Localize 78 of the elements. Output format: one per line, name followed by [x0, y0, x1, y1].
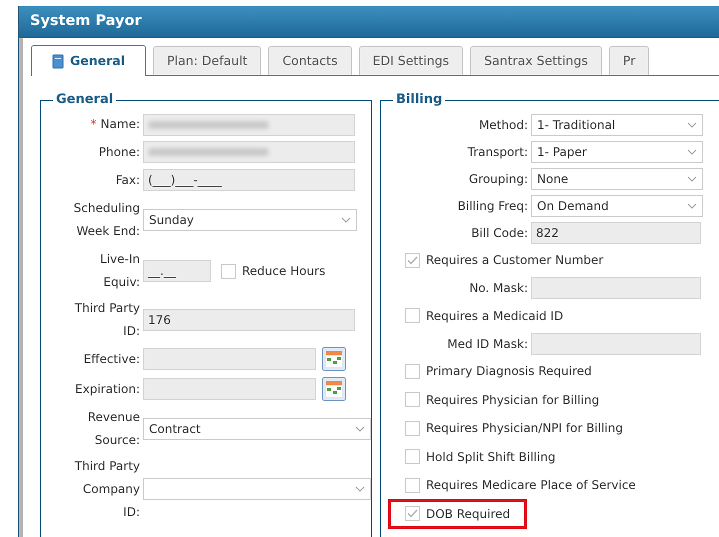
checkbox-label: Primary Diagnosis Required: [426, 363, 592, 380]
checkbox[interactable]: [405, 252, 420, 268]
tab[interactable]: Plan: Default: [153, 46, 262, 75]
text-field[interactable]: [143, 114, 355, 136]
text-field[interactable]: [143, 348, 316, 370]
checkbox[interactable]: [221, 264, 236, 278]
field-label: Week End:: [76, 223, 140, 240]
field-label: Phone:: [98, 144, 140, 160]
checkbox[interactable]: [405, 478, 420, 493]
checkbox-label: Requires Medicare Place of Service: [426, 477, 636, 494]
dropdown-field[interactable]: On Demand: [531, 194, 703, 216]
field-label: Med ID Mask:: [446, 336, 529, 352]
tab[interactable]: Pr: [608, 46, 650, 75]
calendar-icon[interactable]: [322, 347, 346, 371]
dropdown-field[interactable]: 1- Paper: [531, 140, 703, 162]
field-label: Name:: [100, 116, 140, 133]
field-label: Fax:: [116, 172, 140, 188]
checkbox-label: Hold Split Shift Billing: [426, 448, 556, 466]
field-label: Equiv:: [103, 274, 140, 291]
tab[interactable]: Santrax Settings: [470, 46, 602, 75]
field-label: Bill Code:: [470, 224, 529, 242]
field-label: Third Party: [74, 300, 140, 317]
checkbox[interactable]: [405, 506, 420, 522]
field-label: Billing Freq:: [456, 198, 529, 214]
field-label: ID:: [123, 323, 140, 340]
chevron-down-icon: [687, 122, 697, 128]
text-field[interactable]: [531, 277, 701, 299]
required-marker: *: [90, 116, 97, 133]
checkbox[interactable]: [405, 364, 420, 379]
field-label: Grouping:: [468, 170, 529, 188]
checkbox[interactable]: [405, 392, 420, 408]
checkbox-label: Requires Physician/NPI for Billing: [426, 420, 623, 438]
field-label: Effective:: [84, 350, 140, 368]
chevron-down-icon: [355, 426, 365, 432]
field-label: Expiration:: [75, 380, 140, 398]
text-field[interactable]: 176: [143, 309, 355, 331]
dropdown-field[interactable]: None: [531, 168, 703, 190]
text-field[interactable]: [143, 141, 355, 163]
field-label: Revenue: [88, 409, 140, 426]
chevron-down-icon: [687, 202, 697, 208]
field-label: No. Mask:: [468, 280, 529, 297]
field-label: Live-In: [100, 251, 140, 268]
window-title: System Payor: [30, 12, 142, 32]
chevron-down-icon: [687, 148, 697, 154]
dropdown-field[interactable]: [143, 478, 371, 500]
dropdown-field[interactable]: 1- Traditional: [531, 114, 703, 136]
chevron-down-icon: [341, 217, 351, 223]
text-field[interactable]: (___)___-____: [143, 169, 355, 191]
chevron-down-icon: [687, 176, 697, 182]
checkbox-label: Reduce Hours: [242, 263, 326, 280]
dropdown-field[interactable]: Sunday: [143, 209, 357, 231]
checkbox[interactable]: [405, 449, 420, 464]
dropdown-field[interactable]: Contract: [143, 418, 371, 440]
text-field[interactable]: 822: [531, 222, 701, 244]
checkbox-label: DOB Required: [426, 506, 510, 523]
calendar-icon[interactable]: [322, 377, 346, 401]
checkmark-icon: [407, 509, 418, 518]
checkbox-label: Requires a Medicaid ID: [426, 308, 564, 325]
chevron-down-icon: [355, 486, 365, 492]
checkbox-label: Requires Physician for Billing: [426, 392, 600, 409]
tab[interactable]: General: [31, 45, 146, 76]
field-label: Method:: [478, 116, 529, 134]
field-label: Company: [82, 480, 140, 498]
text-field[interactable]: [143, 378, 316, 400]
field-label: Transport:: [466, 144, 529, 160]
text-field[interactable]: __.__: [143, 260, 211, 282]
field-label: Source:: [94, 432, 140, 449]
field-label: Scheduling: [74, 200, 140, 217]
checkbox-label: Requires a Customer Number: [426, 252, 604, 270]
field-label: ID:: [123, 504, 140, 520]
section-legend: Billing: [393, 91, 446, 109]
tab[interactable]: Contacts: [268, 46, 352, 75]
checkbox[interactable]: [405, 420, 420, 436]
tab[interactable]: EDI Settings: [358, 46, 464, 75]
checkbox[interactable]: [405, 308, 420, 324]
field-label: Third Party: [74, 458, 140, 474]
checkmark-icon: [407, 256, 418, 265]
text-field[interactable]: [531, 332, 701, 354]
